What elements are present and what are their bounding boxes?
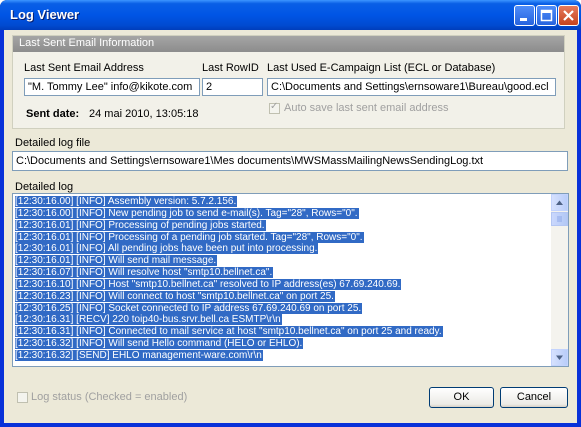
title-bar[interactable]: Log Viewer <box>0 0 581 30</box>
log-viewer-window: Log Viewer Last Sent Email Information L… <box>0 0 581 427</box>
close-icon <box>563 10 574 21</box>
minimize-button[interactable] <box>514 5 535 26</box>
close-button[interactable] <box>558 5 579 26</box>
window-title: Log Viewer <box>10 7 80 22</box>
maximize-icon <box>540 9 553 22</box>
maximize-button[interactable] <box>536 5 557 26</box>
window-frame <box>0 30 581 427</box>
minimize-icon <box>520 18 527 21</box>
